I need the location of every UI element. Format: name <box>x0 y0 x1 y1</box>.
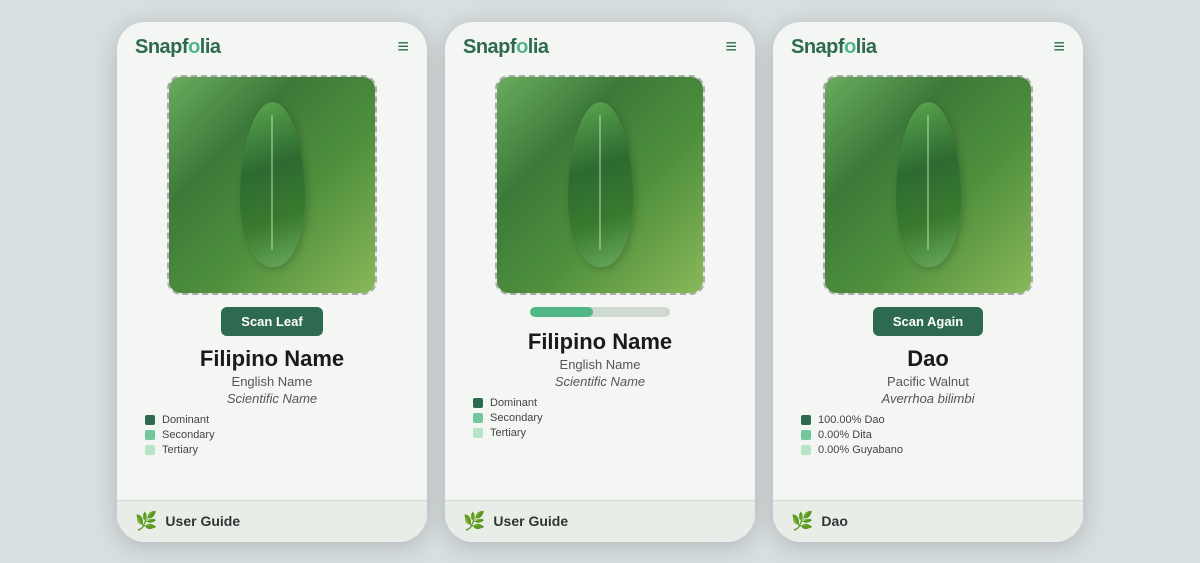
phone3-header: Snapfolia ≡ <box>773 22 1083 67</box>
english-name-phone1: English Name <box>232 374 313 389</box>
phone2-content: Filipino Name English Name Scientific Na… <box>445 67 755 500</box>
phone1-header: Snapfolia ≡ <box>117 22 427 67</box>
footer-text-phone3: Dao <box>821 513 847 529</box>
filipino-name-phone3: Dao <box>907 346 949 372</box>
legend-dot-dominant2 <box>473 398 483 408</box>
leaf-image-phone2 <box>495 75 705 295</box>
phone-result: Snapfolia ≡ Scan Again Dao Pacific Walnu… <box>773 22 1083 542</box>
legend-phone1: Dominant Secondary Tertiary <box>133 414 411 459</box>
legend-dita-phone3: 0.00% Dita <box>801 429 1055 441</box>
scan-leaf-button[interactable]: Scan Leaf <box>221 307 322 336</box>
legend-dot-dita <box>801 430 811 440</box>
leaf-image-phone3 <box>823 75 1033 295</box>
legend-label-tertiary: Tertiary <box>162 444 198 456</box>
legend-label-dominant2: Dominant <box>490 397 537 409</box>
leaf-footer-icon-phone1: 🌿 <box>135 511 157 532</box>
legend-dot-dao <box>801 415 811 425</box>
legend-secondary-phone2: Secondary <box>473 412 727 424</box>
scientific-name-phone2: Scientific Name <box>555 374 645 389</box>
footer-text-phone2: User Guide <box>493 513 568 529</box>
legend-dot-tertiary2 <box>473 428 483 438</box>
hamburger-menu-phone3[interactable]: ≡ <box>1053 36 1065 59</box>
legend-phone3: 100.00% Dao 0.00% Dita 0.00% Guyabano <box>789 414 1067 459</box>
legend-dot-guyabano <box>801 445 811 455</box>
legend-secondary-phone1: Secondary <box>145 429 399 441</box>
hamburger-menu-phone2[interactable]: ≡ <box>725 36 737 59</box>
phone1-content: Scan Leaf Filipino Name English Name Sci… <box>117 67 427 500</box>
leaf-footer-icon-phone2: 🌿 <box>463 511 485 532</box>
phone2-footer[interactable]: 🌿 User Guide <box>445 500 755 542</box>
logo-leaf-icon3: o <box>844 36 856 58</box>
legend-label-dao: 100.00% Dao <box>818 414 885 426</box>
legend-dao-phone3: 100.00% Dao <box>801 414 1055 426</box>
scan-again-button[interactable]: Scan Again <box>873 307 983 336</box>
leaf-footer-icon-phone3: 🌿 <box>791 511 813 532</box>
legend-tertiary-phone1: Tertiary <box>145 444 399 456</box>
footer-text-phone1: User Guide <box>165 513 240 529</box>
filipino-name-phone2: Filipino Name <box>528 329 672 355</box>
legend-label-dominant: Dominant <box>162 414 209 426</box>
legend-label-tertiary2: Tertiary <box>490 427 526 439</box>
legend-phone2: Dominant Secondary Tertiary <box>461 397 739 442</box>
logo-leaf-icon2: o <box>516 36 528 58</box>
legend-label-secondary2: Secondary <box>490 412 543 424</box>
legend-dominant-phone2: Dominant <box>473 397 727 409</box>
logo-phone3: Snapfolia <box>791 36 877 59</box>
legend-label-secondary: Secondary <box>162 429 215 441</box>
legend-dominant-phone1: Dominant <box>145 414 399 426</box>
english-name-phone2: English Name <box>560 357 641 372</box>
legend-dot-dominant <box>145 415 155 425</box>
phone-scanning: Snapfolia ≡ Filipino Name English Name S… <box>445 22 755 542</box>
legend-label-dita: 0.00% Dita <box>818 429 872 441</box>
legend-guyabano-phone3: 0.00% Guyabano <box>801 444 1055 456</box>
phones-container: Snapfolia ≡ Scan Leaf Filipino Name Engl… <box>97 2 1103 562</box>
logo-phone1: Snapfolia <box>135 36 221 59</box>
scientific-name-phone1: Scientific Name <box>227 391 317 406</box>
logo-phone2: Snapfolia <box>463 36 549 59</box>
leaf-image-phone1 <box>167 75 377 295</box>
phone1-footer[interactable]: 🌿 User Guide <box>117 500 427 542</box>
legend-dot-secondary2 <box>473 413 483 423</box>
phone-idle: Snapfolia ≡ Scan Leaf Filipino Name Engl… <box>117 22 427 542</box>
phone3-content: Scan Again Dao Pacific Walnut Averrhoa b… <box>773 67 1083 500</box>
hamburger-menu-phone1[interactable]: ≡ <box>397 36 409 59</box>
scientific-name-phone3: Averrhoa bilimbi <box>882 391 975 406</box>
legend-dot-secondary <box>145 430 155 440</box>
phone2-header: Snapfolia ≡ <box>445 22 755 67</box>
filipino-name-phone1: Filipino Name <box>200 346 344 372</box>
progress-bar-fill <box>530 307 593 317</box>
phone3-footer[interactable]: 🌿 Dao <box>773 500 1083 542</box>
progress-bar-container <box>530 307 670 317</box>
legend-dot-tertiary <box>145 445 155 455</box>
logo-leaf-icon: o <box>188 36 200 58</box>
english-name-phone3: Pacific Walnut <box>887 374 969 389</box>
legend-tertiary-phone2: Tertiary <box>473 427 727 439</box>
legend-label-guyabano: 0.00% Guyabano <box>818 444 903 456</box>
